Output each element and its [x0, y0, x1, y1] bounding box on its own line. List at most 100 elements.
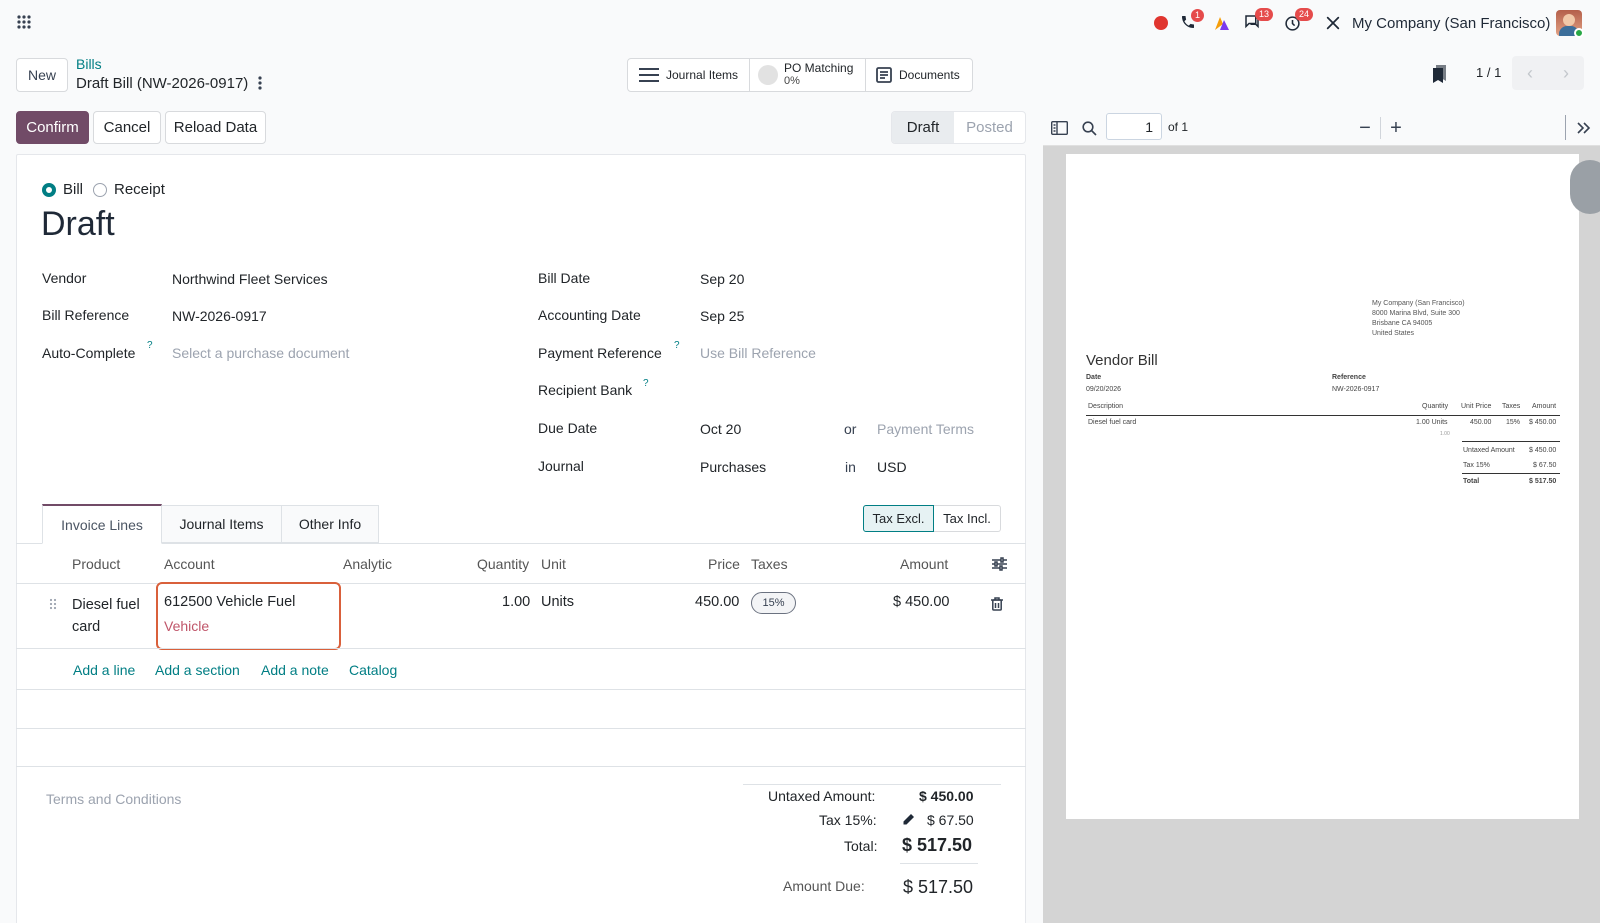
col-analytic[interactable]: Analytic: [343, 556, 392, 572]
col-quantity[interactable]: Quantity: [477, 556, 529, 572]
zoom-out-icon[interactable]: −: [1355, 117, 1375, 139]
receipt-radio[interactable]: [93, 183, 107, 197]
pdf-line-tax: 15%: [1506, 419, 1521, 426]
in-text: in: [845, 459, 856, 475]
col-product[interactable]: Product: [72, 556, 120, 572]
row-border-3: [16, 728, 1026, 729]
pdf-company-line-2: 8000 Marina Blvd, Suite 300: [1372, 310, 1460, 317]
zoom-in-icon[interactable]: +: [1386, 117, 1406, 139]
journal-label: Journal: [538, 458, 584, 474]
line-product[interactable]: Diesel fuel card: [72, 594, 140, 638]
due-date-field[interactable]: Oct 20: [700, 421, 741, 437]
add-line-link[interactable]: Add a line: [73, 662, 135, 678]
tax-value: $ 67.50: [927, 812, 974, 828]
tab-invoice-lines[interactable]: Invoice Lines: [42, 504, 162, 544]
add-section-link[interactable]: Add a section: [155, 662, 240, 678]
col-price[interactable]: Price: [708, 556, 740, 572]
po-matching-smart-button[interactable]: PO Matching 0%: [750, 59, 866, 91]
tab-journal-items[interactable]: Journal Items: [162, 505, 282, 543]
amount-due-label: Amount Due:: [783, 878, 865, 894]
column-settings-icon[interactable]: [990, 555, 1008, 573]
pdf-search-icon[interactable]: [1079, 118, 1099, 138]
receipt-radio-label[interactable]: Receipt: [114, 181, 165, 198]
row-border-4: [16, 766, 1026, 767]
col-account[interactable]: Account: [164, 556, 215, 572]
payment-terms-field[interactable]: Payment Terms: [877, 421, 974, 437]
pager-next-icon[interactable]: ›: [1548, 56, 1584, 90]
apps-menu-icon[interactable]: [14, 12, 34, 32]
breadcrumb-bills[interactable]: Bills: [76, 56, 102, 72]
recipient-bank-label: Recipient Bank: [538, 382, 633, 398]
list-icon: [639, 68, 659, 82]
pdf-date-value: 09/20/2026: [1086, 386, 1122, 393]
confirm-button[interactable]: Confirm: [16, 111, 89, 144]
row-border-2: [16, 689, 1026, 690]
untaxed-amount-value: $ 450.00: [919, 788, 974, 804]
bill-radio[interactable]: [42, 183, 56, 197]
pdf-scroll-indicator[interactable]: [1570, 160, 1600, 214]
tax-excl-toggle[interactable]: Tax Excl.: [863, 505, 934, 532]
record-actions-icon[interactable]: [254, 74, 266, 92]
line-price[interactable]: 450.00: [695, 594, 739, 610]
accounting-date-field[interactable]: Sep 25: [700, 308, 744, 324]
reload-data-button[interactable]: Reload Data: [165, 111, 266, 144]
bill-reference-label: Bill Reference: [42, 307, 130, 323]
pdf-total-rule: [1462, 473, 1560, 474]
tools-icon[interactable]: [1323, 13, 1343, 33]
pdf-line-amount: $ 450.00: [1529, 419, 1557, 426]
pdf-col-quantity: Quantity: [1422, 403, 1449, 410]
delete-line-icon[interactable]: [989, 595, 1005, 613]
journal-items-smart-button[interactable]: Journal Items: [628, 59, 750, 91]
add-note-link[interactable]: Add a note: [261, 662, 329, 678]
line-unit[interactable]: Units: [541, 594, 574, 610]
bill-reference-field[interactable]: NW-2026-0917: [172, 308, 267, 324]
new-button[interactable]: New: [16, 58, 68, 92]
line-quantity[interactable]: 1.00: [502, 594, 530, 610]
untaxed-amount-label: Untaxed Amount:: [768, 788, 876, 804]
payment-reference-field[interactable]: Use Bill Reference: [700, 345, 816, 361]
line-tax-badge[interactable]: 15%: [751, 592, 796, 614]
ai-assistant-icon[interactable]: [1212, 13, 1232, 33]
recording-icon[interactable]: [1152, 14, 1170, 32]
status-draft[interactable]: Draft: [892, 112, 954, 143]
company-switcher[interactable]: My Company (San Francisco): [1352, 15, 1550, 32]
total-label: Total:: [844, 838, 878, 854]
auto-complete-field[interactable]: Select a purchase document: [172, 345, 349, 361]
journal-field[interactable]: Purchases: [700, 459, 766, 475]
pager-previous-icon[interactable]: ‹: [1512, 56, 1548, 90]
smart-buttons: Journal Items PO Matching 0% Documents: [627, 58, 973, 92]
more-tools-icon[interactable]: [1574, 118, 1594, 138]
pdf-page-input[interactable]: 1: [1106, 113, 1162, 140]
bill-date-field[interactable]: Sep 20: [700, 271, 744, 287]
payment-reference-help-icon[interactable]: ?: [674, 340, 680, 351]
status-posted[interactable]: Posted: [954, 112, 1025, 143]
recipient-bank-help-icon[interactable]: ?: [643, 378, 649, 389]
sidebar-toggle-icon[interactable]: [1049, 118, 1069, 138]
currency-field[interactable]: USD: [877, 459, 907, 475]
auto-complete-help-icon[interactable]: ?: [147, 340, 153, 351]
terms-and-conditions-field[interactable]: Terms and Conditions: [46, 791, 181, 807]
pdf-line-description: Diesel fuel card: [1088, 419, 1137, 426]
bookmark-icon[interactable]: [1430, 62, 1450, 86]
pdf-total-label: Total: [1463, 478, 1480, 485]
tax-incl-toggle[interactable]: Tax Incl.: [934, 505, 1001, 532]
pdf-page-input-value: 1: [1145, 118, 1153, 135]
line-account[interactable]: 612500 Vehicle Fuel: [164, 594, 295, 610]
activity-badge: 24: [1295, 8, 1314, 21]
pdf-doc-title: Vendor Bill: [1086, 352, 1158, 369]
line-account-highlight[interactable]: [156, 582, 341, 650]
col-taxes[interactable]: Taxes: [751, 556, 788, 572]
drag-handle-icon[interactable]: [48, 597, 58, 611]
pdf-tax-value: $ 67.50: [1533, 462, 1557, 469]
auto-complete-label-text: Auto-Complete: [42, 345, 136, 361]
edit-tax-pencil-icon[interactable]: [900, 811, 916, 827]
col-amount[interactable]: Amount: [900, 556, 948, 572]
documents-smart-button[interactable]: Documents: [866, 59, 972, 91]
col-unit[interactable]: Unit: [541, 556, 566, 572]
pager-value[interactable]: 1 / 1: [1476, 65, 1501, 80]
vendor-field[interactable]: Northwind Fleet Services: [172, 271, 328, 287]
cancel-button[interactable]: Cancel: [93, 111, 161, 144]
bill-radio-label[interactable]: Bill: [63, 181, 83, 198]
tab-other-info[interactable]: Other Info: [282, 505, 379, 543]
catalog-link[interactable]: Catalog: [349, 662, 397, 678]
